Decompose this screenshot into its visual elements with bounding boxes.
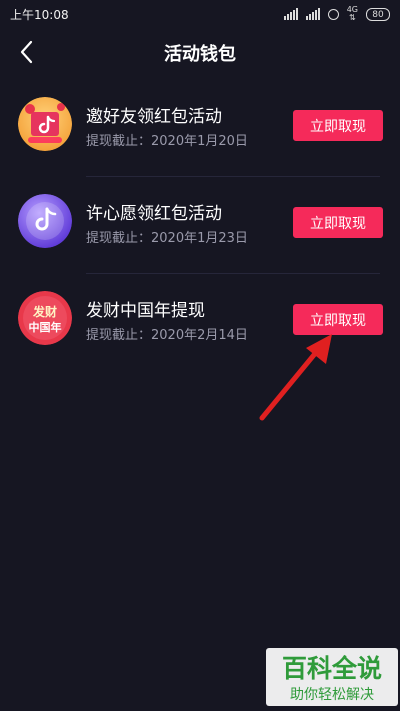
icon-text-line-1: 发财 <box>32 304 57 319</box>
douyin-wish-icon <box>18 194 72 248</box>
activity-title: 邀好友领红包活动 <box>86 107 222 127</box>
page-title: 活动钱包 <box>164 44 236 65</box>
activity-deadline: 提现截止：2020年1月23日 <box>86 231 248 246</box>
status-icons: 4G ⇅ 80 <box>283 5 390 22</box>
red-arrow-annotation <box>259 334 332 421</box>
signal-icon <box>283 8 298 20</box>
withdraw-button[interactable]: 立即取现 <box>293 207 383 238</box>
list-item: 许心愿领红包活动 提现截止：2020年1月23日 立即取现 <box>0 177 400 274</box>
navigation-bar: 活动钱包 <box>0 28 400 76</box>
icon-text-line-2: 中国年 <box>29 320 62 334</box>
status-time: 上午10:08 <box>10 7 69 22</box>
alarm-icon <box>327 8 339 20</box>
battery-icon: 80 <box>366 7 390 21</box>
watermark-title: 百科全说 <box>282 654 382 683</box>
watermark-subtitle: 助你轻松解决 <box>290 687 374 703</box>
signal-icon-2 <box>305 8 320 20</box>
activity-deadline: 提现截止：2020年2月14日 <box>86 328 248 343</box>
network-indicator: 4G ⇅ <box>346 5 358 22</box>
facai-new-year-icon: 发财 中国年 <box>18 291 72 345</box>
activity-title: 发财中国年提现 <box>86 301 205 321</box>
watermark-logo: 百科全说 助你轻松解决 <box>266 648 398 706</box>
status-bar: 上午10:08 4G ⇅ 80 <box>0 0 400 28</box>
activity-list: 邀好友领红包活动 提现截止：2020年1月20日 立即取现 许心愿领红包活动 提… <box>0 80 400 371</box>
list-item: 邀好友领红包活动 提现截止：2020年1月20日 立即取现 <box>0 80 400 177</box>
douyin-invite-icon <box>18 97 72 151</box>
activity-title: 许心愿领红包活动 <box>86 204 222 224</box>
withdraw-button[interactable]: 立即取现 <box>293 110 383 141</box>
activity-deadline: 提现截止：2020年1月20日 <box>86 134 248 149</box>
